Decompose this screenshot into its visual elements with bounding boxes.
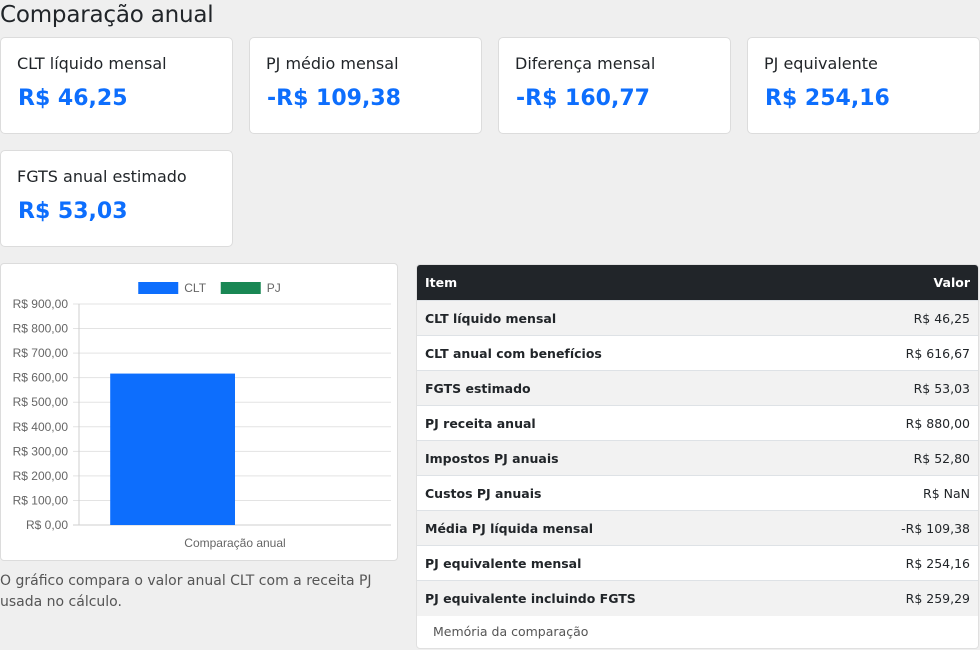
y-tick-label: R$ 900,00 bbox=[13, 297, 69, 311]
card-fgts-anual: FGTS anual estimado R$ 53,03 bbox=[0, 150, 233, 247]
card-value: R$ 46,25 bbox=[18, 86, 128, 111]
chart-card: R$ 0,00 R$ 100,00 R$ 200,00 R$ 300,00 R$ 400… bbox=[0, 263, 398, 561]
row-item: CLT líquido mensal bbox=[417, 300, 826, 336]
row-value: R$ 254,16 bbox=[825, 545, 978, 581]
row-item: PJ equivalente incluindo FGTS bbox=[417, 580, 826, 616]
card-diferenca-mensal: Diferença mensal -R$ 160,77 bbox=[498, 37, 731, 134]
row-item: PJ equivalente mensal bbox=[417, 545, 826, 581]
y-tick-label: R$ 600,00 bbox=[13, 371, 69, 385]
card-label: Diferença mensal bbox=[515, 54, 656, 73]
column-header-valor: Valor bbox=[825, 265, 978, 301]
table-row: FGTS estimado R$ 53,03 bbox=[417, 370, 978, 406]
column-header-item: Item bbox=[417, 265, 826, 301]
bar-clt bbox=[110, 373, 235, 525]
row-value: -R$ 109,38 bbox=[825, 510, 978, 546]
y-tick-label: R$ 700,00 bbox=[13, 346, 69, 360]
card-clt-liquido-mensal: CLT líquido mensal R$ 46,25 bbox=[0, 37, 233, 134]
card-pj-medio-mensal: PJ médio mensal -R$ 109,38 bbox=[249, 37, 482, 134]
comparison-table-card: Item Valor CLT líquido mensal R$ 46,25 CL… bbox=[416, 264, 979, 649]
y-tick-label: R$ 200,00 bbox=[13, 469, 69, 483]
row-value: R$ 880,00 bbox=[825, 405, 978, 441]
legend-label-pj: PJ bbox=[267, 281, 281, 295]
table-row: PJ receita anual R$ 880,00 bbox=[417, 405, 978, 441]
card-label: PJ equivalente bbox=[764, 54, 878, 73]
y-tick-label: R$ 100,00 bbox=[13, 493, 69, 507]
table-row: PJ equivalente mensal R$ 254,16 bbox=[417, 545, 978, 581]
card-label: PJ médio mensal bbox=[266, 54, 399, 73]
table-row: Média PJ líquida mensal -R$ 109,38 bbox=[417, 510, 978, 546]
bar-chart: R$ 0,00 R$ 100,00 R$ 200,00 R$ 300,00 R$ 400… bbox=[13, 281, 391, 550]
y-tick-label: R$ 800,00 bbox=[13, 322, 69, 336]
page-title: Comparação anual bbox=[0, 2, 214, 28]
legend-swatch-clt bbox=[138, 282, 179, 294]
table-header-row: Item Valor bbox=[417, 265, 978, 301]
card-value: -R$ 109,38 bbox=[267, 86, 401, 111]
row-item: FGTS estimado bbox=[417, 370, 826, 406]
table-row: Custos PJ anuais R$ NaN bbox=[417, 475, 978, 511]
x-tick-label: Comparação anual bbox=[184, 536, 285, 550]
row-value: R$ 616,67 bbox=[825, 335, 978, 371]
card-value: R$ 53,03 bbox=[18, 199, 128, 224]
table-row: CLT anual com benefícios R$ 616,67 bbox=[417, 335, 978, 371]
row-item: Impostos PJ anuais bbox=[417, 440, 826, 476]
row-value: R$ 52,80 bbox=[825, 440, 978, 476]
card-value: -R$ 160,77 bbox=[516, 86, 650, 111]
row-item: PJ receita anual bbox=[417, 405, 826, 441]
comparison-memory-label: Memória da comparação bbox=[433, 624, 589, 639]
table-row: Impostos PJ anuais R$ 52,80 bbox=[417, 440, 978, 476]
card-label: CLT líquido mensal bbox=[17, 54, 167, 73]
table-row: CLT líquido mensal R$ 46,25 bbox=[417, 300, 978, 336]
row-value: R$ NaN bbox=[825, 475, 978, 511]
card-label: FGTS anual estimado bbox=[17, 167, 187, 186]
row-value: R$ 46,25 bbox=[825, 300, 978, 336]
row-item: CLT anual com benefícios bbox=[417, 335, 826, 371]
card-pj-equivalente: PJ equivalente R$ 254,16 bbox=[747, 37, 980, 134]
legend-label-clt: CLT bbox=[184, 281, 206, 295]
y-tick-label: R$ 400,00 bbox=[13, 420, 69, 434]
chart-note: O gráfico compara o valor anual CLT com … bbox=[0, 573, 372, 610]
y-tick-label: R$ 0,00 bbox=[26, 518, 68, 532]
comparison-table: Item Valor CLT líquido mensal R$ 46,25 CL… bbox=[417, 265, 978, 616]
y-tick-label: R$ 500,00 bbox=[13, 395, 69, 409]
card-value: R$ 254,16 bbox=[765, 86, 890, 111]
row-value: R$ 53,03 bbox=[825, 370, 978, 406]
row-item: Média PJ líquida mensal bbox=[417, 510, 826, 546]
y-tick-label: R$ 300,00 bbox=[13, 444, 69, 458]
table-row: PJ equivalente incluindo FGTS R$ 259,29 bbox=[417, 580, 978, 616]
legend-swatch-pj bbox=[220, 282, 261, 294]
row-item: Custos PJ anuais bbox=[417, 475, 826, 511]
row-value: R$ 259,29 bbox=[825, 580, 978, 616]
